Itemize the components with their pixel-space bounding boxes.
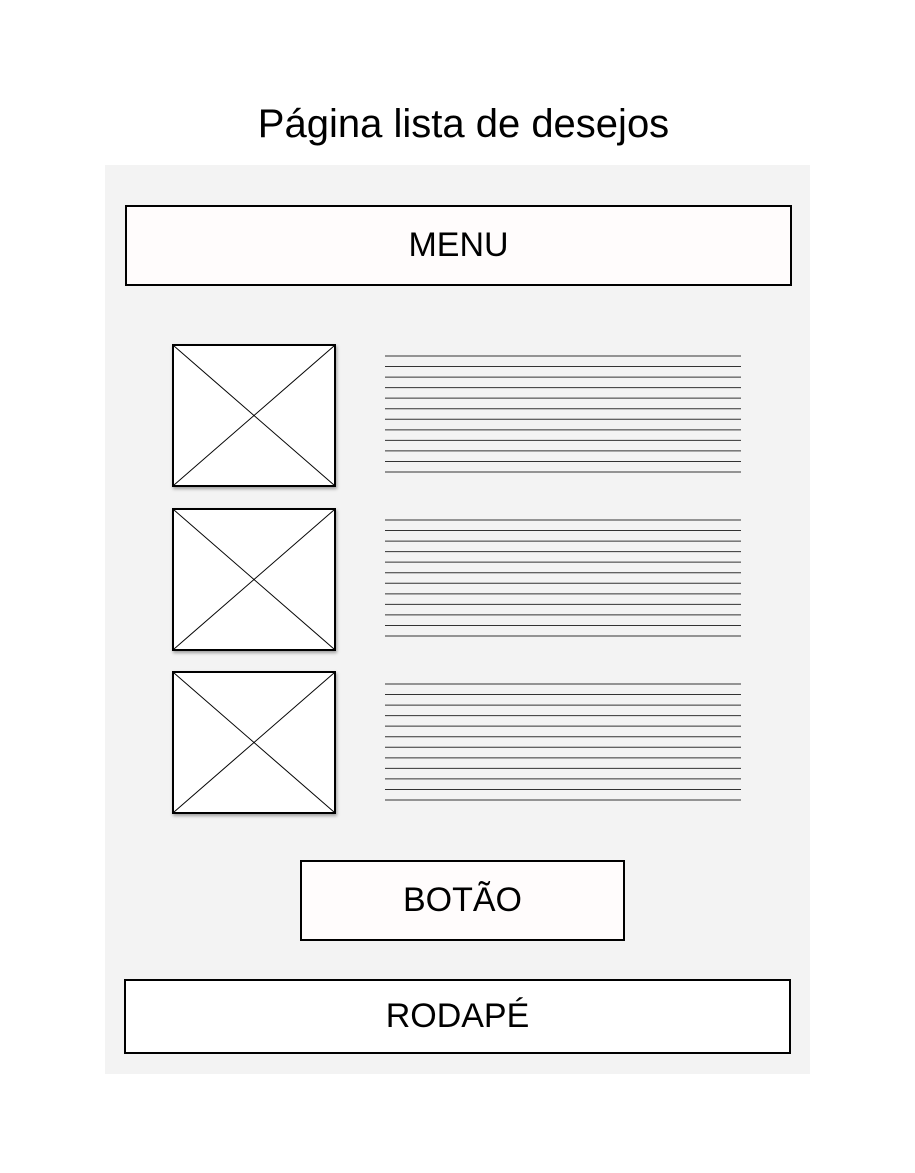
image-placeholder-icon	[172, 508, 336, 651]
button-label: BOTÃO	[402, 881, 523, 919]
menu-label: MENU	[408, 226, 509, 264]
menu-bar[interactable]: MENU	[125, 205, 792, 286]
image-placeholder-icon	[172, 671, 336, 814]
footer-label: RODAPÉ	[385, 997, 530, 1035]
text-lines-placeholder	[385, 683, 741, 801]
text-lines-placeholder	[385, 519, 741, 637]
wireframe-panel: MENU BOTÃO RODAPÉ	[105, 165, 810, 1074]
image-placeholder-icon	[172, 344, 336, 487]
footer: RODAPÉ	[124, 979, 791, 1054]
action-button[interactable]: BOTÃO	[300, 860, 625, 941]
text-lines-placeholder	[385, 355, 741, 473]
page-title: Página lista de desejos	[257, 102, 670, 146]
